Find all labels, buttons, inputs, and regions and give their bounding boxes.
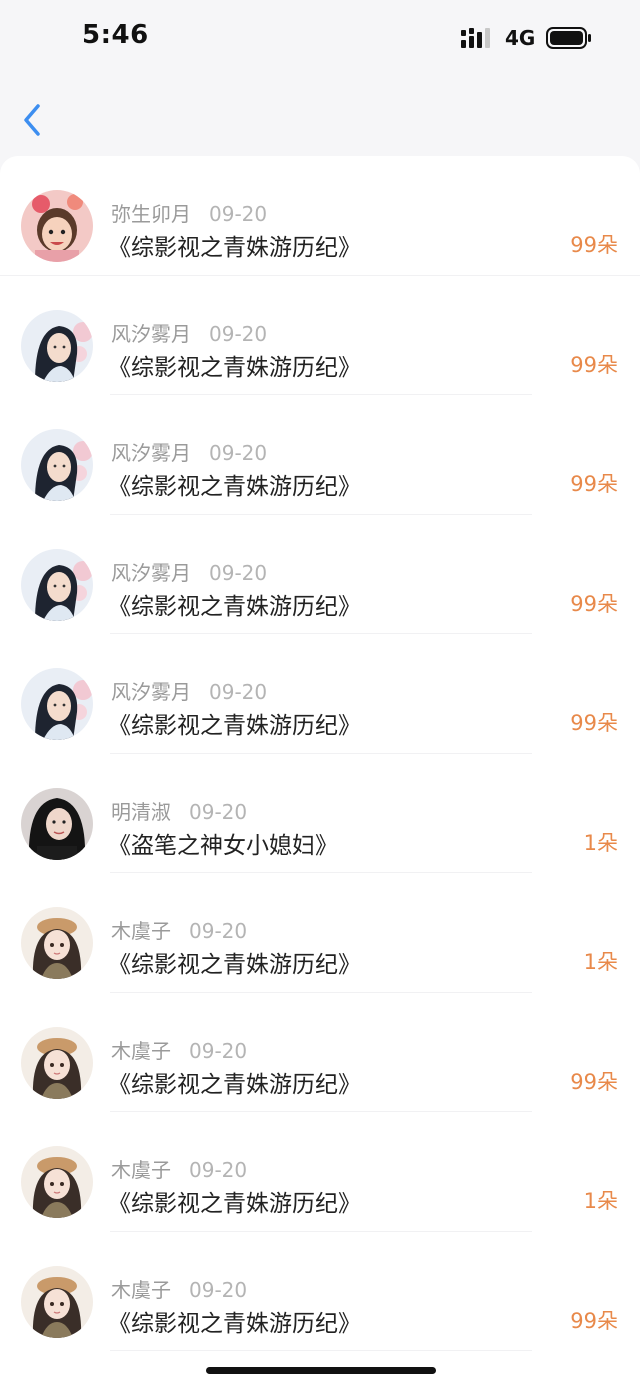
item-date: 09-20 — [189, 919, 248, 943]
illustrated-girl-avatar — [21, 1026, 93, 1099]
username[interactable]: 弥生卯月 — [111, 202, 191, 226]
book-title[interactable]: 《盗笔之神女小媳妇》 — [108, 826, 338, 860]
flower-count: 99朵 — [570, 711, 618, 735]
battery-icon — [546, 27, 591, 49]
username[interactable]: 风汐雾月 — [111, 680, 191, 704]
username[interactable]: 木虞子 — [111, 1278, 171, 1302]
username[interactable]: 风汐雾月 — [111, 441, 191, 465]
book-title[interactable]: 《综影视之青姝游历纪》 — [108, 1184, 361, 1218]
flower-count: 99朵 — [570, 591, 618, 616]
list-item[interactable]: 风汐雾月 09-20 《综影视之青姝游历纪》 99朵 — [0, 515, 640, 635]
username[interactable]: 木虞子 — [111, 1158, 171, 1182]
illustrated-girl-avatar — [21, 1146, 93, 1218]
list-item[interactable]: 明清淑 09-20 《盗笔之神女小媳妇》 1朵 — [0, 754, 640, 874]
item-date: 09-20 — [189, 1158, 248, 1182]
item-meta: 风汐雾月 09-20 — [111, 437, 267, 466]
list-item[interactable]: 弥生卯月 09-20 《综影视之青姝游历纪》 99朵 — [0, 156, 640, 276]
list-item[interactable]: 木虞子 09-20 《综影视之青姝游历纪》 99朵 — [0, 993, 640, 1113]
book-title[interactable]: 《综影视之青姝游历纪》 — [108, 348, 361, 382]
item-meta: 风汐雾月 09-20 — [111, 676, 267, 705]
list-item[interactable]: 风汐雾月 09-20 《综影视之青姝游历纪》 99朵 — [0, 276, 640, 396]
item-meta: 明清淑 09-20 — [111, 796, 247, 825]
book-title[interactable]: 《综影视之青姝游历纪》 — [108, 706, 361, 740]
item-meta: 木虞子 09-20 — [111, 915, 247, 944]
costume-portrait-avatar — [21, 668, 93, 740]
flower-count: 1朵 — [583, 950, 618, 974]
list-item[interactable]: 木虞子 09-20 《综影视之青姝游历纪》 1朵 — [0, 1112, 640, 1232]
book-title[interactable]: 《综影视之青姝游历纪》 — [108, 228, 361, 262]
avatar[interactable] — [21, 907, 93, 979]
cellular-signal-icon — [461, 28, 490, 48]
list-item[interactable]: 风汐雾月 09-20 《综影视之青姝游历纪》 99朵 — [0, 395, 640, 515]
item-date: 09-20 — [189, 1277, 248, 1302]
back-button[interactable] — [18, 100, 52, 140]
username[interactable]: 风汐雾月 — [111, 322, 191, 346]
chevron-left-icon — [24, 104, 40, 136]
item-meta: 风汐雾月 09-20 — [111, 318, 267, 347]
item-meta: 木虞子 09-20 — [111, 1274, 247, 1303]
book-title[interactable]: 《综影视之青姝游历纪》 — [108, 1065, 361, 1099]
avatar[interactable] — [21, 787, 93, 860]
item-date: 09-20 — [189, 1038, 248, 1063]
item-meta: 木虞子 09-20 — [111, 1035, 247, 1064]
avatar[interactable] — [21, 668, 93, 740]
username[interactable]: 木虞子 — [111, 1039, 171, 1063]
list-item[interactable]: 风汐雾月 09-20 《综影视之青姝游历纪》 99朵 — [0, 634, 640, 754]
item-meta: 木虞子 09-20 — [111, 1154, 247, 1183]
list-item[interactable]: 木虞子 09-20 《综影视之青姝游历纪》 99朵 — [0, 1232, 640, 1352]
home-indicator — [206, 1367, 436, 1374]
costume-portrait-avatar — [21, 429, 93, 501]
dark-portrait-avatar — [21, 787, 93, 860]
flower-count: 1朵 — [583, 1189, 618, 1213]
costume-portrait-avatar — [21, 309, 93, 382]
gift-record-list: 弥生卯月 09-20 《综影视之青姝游历纪》 99朵 风汐雾月 09-20 《综影视之青姝游… — [0, 156, 640, 1387]
avatar[interactable] — [21, 190, 93, 262]
avatar[interactable] — [21, 548, 93, 621]
flower-count: 99朵 — [570, 233, 618, 257]
flower-count: 99朵 — [570, 1308, 618, 1333]
child-portrait-avatar — [21, 190, 93, 262]
flower-count: 99朵 — [570, 1069, 618, 1094]
costume-portrait-avatar — [21, 548, 93, 621]
list-item[interactable]: 木虞子 09-20 《综影视之青姝游历纪》 1朵 — [0, 873, 640, 993]
status-bar: 5:46 4G — [0, 0, 640, 78]
book-title[interactable]: 《综影视之青姝游历纪》 — [108, 1304, 361, 1338]
item-date: 09-20 — [209, 680, 268, 704]
avatar[interactable] — [21, 429, 93, 501]
status-time: 5:46 — [82, 20, 149, 50]
book-title[interactable]: 《综影视之青姝游历纪》 — [108, 587, 361, 621]
flower-count: 1朵 — [583, 830, 618, 855]
flower-count: 99朵 — [570, 352, 618, 377]
item-date: 09-20 — [209, 321, 268, 346]
illustrated-girl-avatar — [21, 1265, 93, 1338]
book-title[interactable]: 《综影视之青姝游历纪》 — [108, 945, 361, 979]
item-meta: 风汐雾月 09-20 — [111, 557, 267, 586]
flower-count: 99朵 — [570, 472, 618, 496]
avatar[interactable] — [21, 309, 93, 382]
book-title[interactable]: 《综影视之青姝游历纪》 — [108, 467, 361, 501]
username[interactable]: 木虞子 — [111, 919, 171, 943]
item-date: 09-20 — [209, 202, 268, 226]
illustrated-girl-avatar — [21, 907, 93, 979]
item-meta: 弥生卯月 09-20 — [111, 198, 267, 227]
avatar[interactable] — [21, 1265, 93, 1338]
item-date: 09-20 — [209, 560, 268, 585]
item-date: 09-20 — [189, 799, 248, 824]
avatar[interactable] — [21, 1026, 93, 1099]
username[interactable]: 明清淑 — [111, 800, 171, 824]
item-date: 09-20 — [209, 441, 268, 465]
network-type: 4G — [505, 26, 536, 50]
nav-bar — [0, 78, 640, 156]
avatar[interactable] — [21, 1146, 93, 1218]
username[interactable]: 风汐雾月 — [111, 561, 191, 585]
